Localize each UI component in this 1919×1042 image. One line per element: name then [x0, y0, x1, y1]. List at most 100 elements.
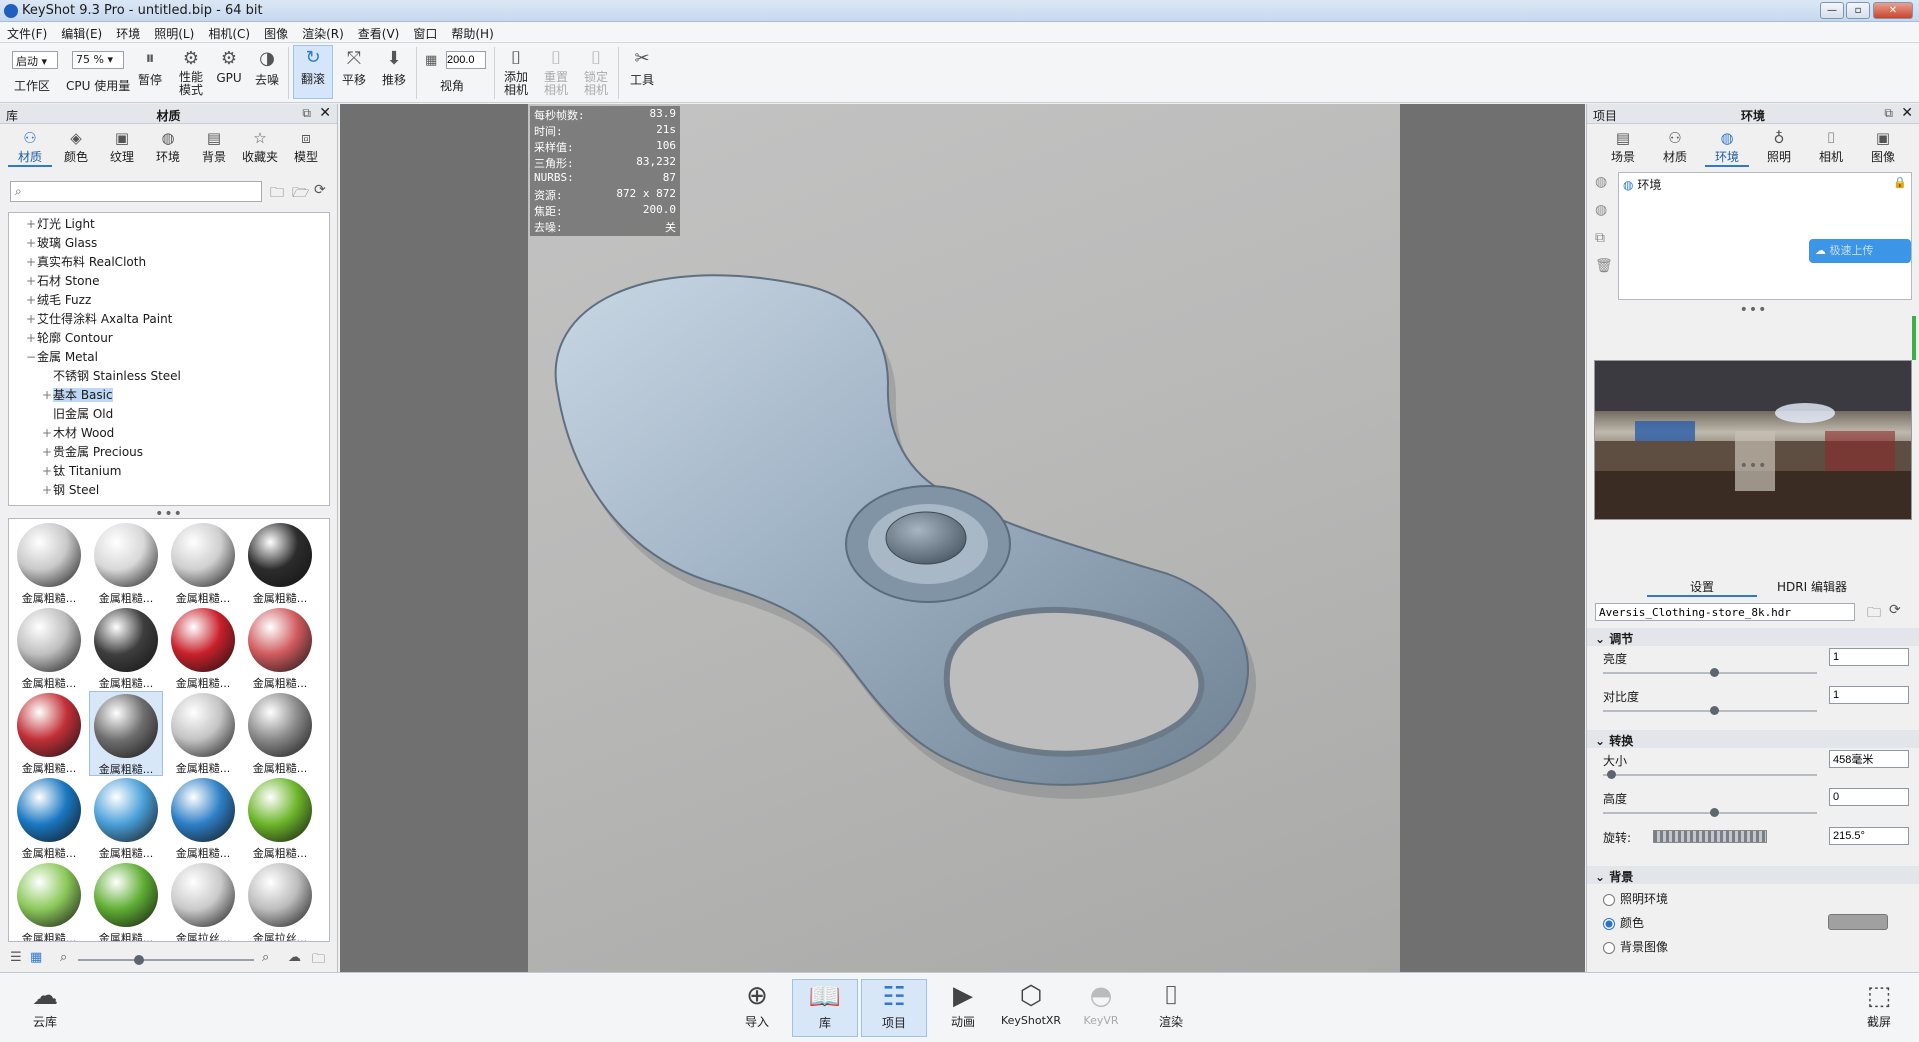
contrast-input[interactable] — [1829, 686, 1909, 704]
tree-node[interactable]: +灯光 Light — [9, 215, 319, 234]
material-thumbnail[interactable]: 金属粗糙... — [243, 521, 317, 606]
folder-add-icon[interactable]: 🗁 — [292, 182, 309, 206]
import-button[interactable]: ⊕ 导入 — [724, 979, 790, 1037]
tumble-button[interactable]: ↻ 翻滚 — [293, 45, 333, 99]
material-thumbnail[interactable]: 金属粗糙... — [166, 691, 240, 776]
tab-materials[interactable]: ⚇ 材质 — [8, 128, 52, 167]
keyvr-button[interactable]: ◓ KeyVR — [1068, 979, 1134, 1037]
menu-image[interactable]: 图像 — [257, 22, 295, 42]
collapse-icon[interactable]: − — [25, 348, 37, 367]
tab-image[interactable]: ▣ 图像 — [1861, 128, 1905, 165]
denoise-button[interactable]: ◑ 去噪 — [250, 47, 284, 88]
material-thumbnail[interactable]: 金属粗糙... — [243, 606, 317, 691]
keyshotxr-button[interactable]: ⬡ KeyShotXR — [998, 979, 1064, 1037]
radio-button-selected[interactable] — [1603, 917, 1615, 930]
material-thumbnail[interactable]: 金属拉丝... — [243, 861, 317, 941]
folder-icon[interactable]: 🗀 — [312, 950, 325, 972]
add-environment-icon[interactable]: ◍ — [1595, 174, 1607, 190]
dolly-button[interactable]: ⬇ 推移 — [377, 47, 411, 88]
pan-button[interactable]: ⤧ 平移 — [337, 47, 371, 88]
render-button[interactable]: ⌷ 渲染 — [1138, 979, 1204, 1037]
library-button[interactable]: 📖 库 — [792, 979, 858, 1037]
tree-node[interactable]: +艾仕得涂料 Axalta Paint — [9, 310, 319, 329]
reset-camera-button[interactable]: ⌷ 重置 相机 — [539, 47, 573, 97]
bg-option-backplate[interactable]: 背景图像 — [1603, 938, 1903, 955]
screenshot-button[interactable]: ⬚ 截屏 — [1846, 979, 1912, 1037]
tree-node[interactable]: +轮廓 Contour — [9, 329, 319, 348]
tab-favorites[interactable]: ☆ 收藏夹 — [238, 128, 282, 165]
expand-icon[interactable]: + — [41, 386, 53, 405]
expand-icon[interactable]: + — [25, 234, 37, 253]
copy-environment-icon[interactable]: ⧉ — [1595, 230, 1605, 246]
minimize-button[interactable]: — — [1820, 2, 1844, 19]
expand-icon[interactable]: + — [25, 329, 37, 348]
project-button[interactable]: ☷ 项目 — [861, 979, 927, 1037]
material-thumbnail[interactable]: 金属粗糙... — [12, 861, 86, 941]
folder-open-icon[interactable]: 🗀 — [270, 182, 284, 206]
hdr-file-input[interactable] — [1595, 603, 1855, 621]
tab-hdri-editor[interactable]: HDRI 编辑器 — [1757, 576, 1867, 595]
material-thumbnail[interactable]: 金属粗糙... — [89, 861, 163, 941]
tab-camera[interactable]: ⌷ 相机 — [1809, 128, 1853, 165]
tree-node[interactable]: +钛 Titanium — [9, 462, 319, 481]
splitter-handle[interactable]: ••• — [1587, 302, 1919, 318]
tools-button[interactable]: ✂ 工具 — [624, 47, 660, 88]
expand-icon[interactable]: + — [41, 462, 53, 481]
list-view-icon[interactable]: ☰ — [10, 950, 22, 965]
tree-node[interactable]: 不锈钢 Stainless Steel — [9, 367, 319, 386]
transform-section-header[interactable]: ⌄ 转换 — [1587, 730, 1919, 748]
lock-camera-button[interactable]: ⌷ 锁定 相机 — [579, 47, 613, 97]
expand-icon[interactable]: + — [25, 215, 37, 234]
bg-option-color[interactable]: 颜色 — [1603, 914, 1903, 931]
maximize-button[interactable]: ▫ — [1846, 2, 1870, 19]
tab-backplates[interactable]: ▤ 背景 — [192, 128, 236, 165]
pause-button[interactable]: ⏸ 暂停 — [134, 47, 166, 88]
tree-node[interactable]: +钢 Steel — [9, 481, 319, 500]
material-thumbnail[interactable]: 金属粗糙... — [12, 776, 86, 861]
menu-edit[interactable]: 编辑(E) — [54, 22, 109, 42]
undock-icon[interactable]: ⧉ — [302, 106, 311, 121]
library-search-input[interactable]: ⌕ — [10, 181, 262, 202]
menu-view[interactable]: 查看(V) — [351, 22, 407, 42]
background-color-swatch[interactable] — [1828, 914, 1888, 930]
menu-help[interactable]: 帮助(H) — [444, 22, 500, 42]
cloud-upload-icon[interactable]: ☁ — [288, 950, 301, 965]
gpu-button[interactable]: ⚙ GPU — [214, 47, 244, 85]
hdri-preview[interactable] — [1594, 360, 1912, 520]
expand-icon[interactable]: + — [41, 424, 53, 443]
close-button[interactable]: ✕ — [1873, 2, 1913, 19]
close-panel-icon[interactable]: ✕ — [1901, 105, 1913, 121]
menu-window[interactable]: 窗口 — [406, 22, 444, 42]
environment-item[interactable]: ◍ 环境 — [1623, 176, 1661, 193]
tree-node[interactable]: 旧金属 Old — [9, 405, 319, 424]
tab-lighting[interactable]: ♁ 照明 — [1757, 128, 1801, 165]
material-thumbnail[interactable]: 金属粗糙... — [89, 776, 163, 861]
render-viewport[interactable]: 每秒帧数: 83.9 时间: 21s 采样值: 106 三角形: 83,232 NURBS: 87… — [340, 104, 1585, 972]
menu-lighting[interactable]: 照明(L) — [147, 22, 201, 42]
cloud-library-button[interactable]: ☁ 云库 — [12, 979, 78, 1037]
menu-render[interactable]: 渲染(R) — [295, 22, 351, 42]
expand-icon[interactable]: + — [25, 310, 37, 329]
material-thumbnail[interactable]: 金属粗糙... — [89, 521, 163, 606]
tree-node[interactable]: +基本 Basic — [9, 386, 319, 405]
background-section-header[interactable]: ⌄ 背景 — [1587, 866, 1919, 884]
tab-environment[interactable]: ◍ 环境 — [1705, 128, 1749, 167]
expand-icon[interactable]: + — [41, 443, 53, 462]
animation-button[interactable]: ▶ 动画 — [930, 979, 996, 1037]
workspace-dropdown[interactable]: 启动 ▾ — [12, 51, 58, 69]
brightness-slider-knob[interactable] — [1709, 668, 1719, 677]
rotation-input[interactable] — [1829, 827, 1909, 845]
tree-node[interactable]: +石材 Stone — [9, 272, 319, 291]
expand-icon[interactable]: + — [41, 481, 53, 500]
upload-overlay-button[interactable]: ☁ 极速上传 — [1809, 239, 1911, 263]
adjust-section-header[interactable]: ⌄ 调节 — [1587, 628, 1919, 646]
material-thumbnail[interactable]: 金属粗糙... — [12, 606, 86, 691]
refresh-icon[interactable]: ⟳ — [314, 182, 326, 198]
tree-node[interactable]: −金属 Metal — [9, 348, 319, 367]
expand-icon[interactable]: + — [25, 291, 37, 310]
tree-node[interactable]: +玻璃 Glass — [9, 234, 319, 253]
material-thumbnail[interactable]: 金属粗糙... — [166, 521, 240, 606]
radio-button[interactable] — [1603, 941, 1615, 954]
material-thumbnail[interactable]: 金属粗糙... — [243, 691, 317, 776]
menu-environment[interactable]: 环境 — [109, 22, 147, 42]
